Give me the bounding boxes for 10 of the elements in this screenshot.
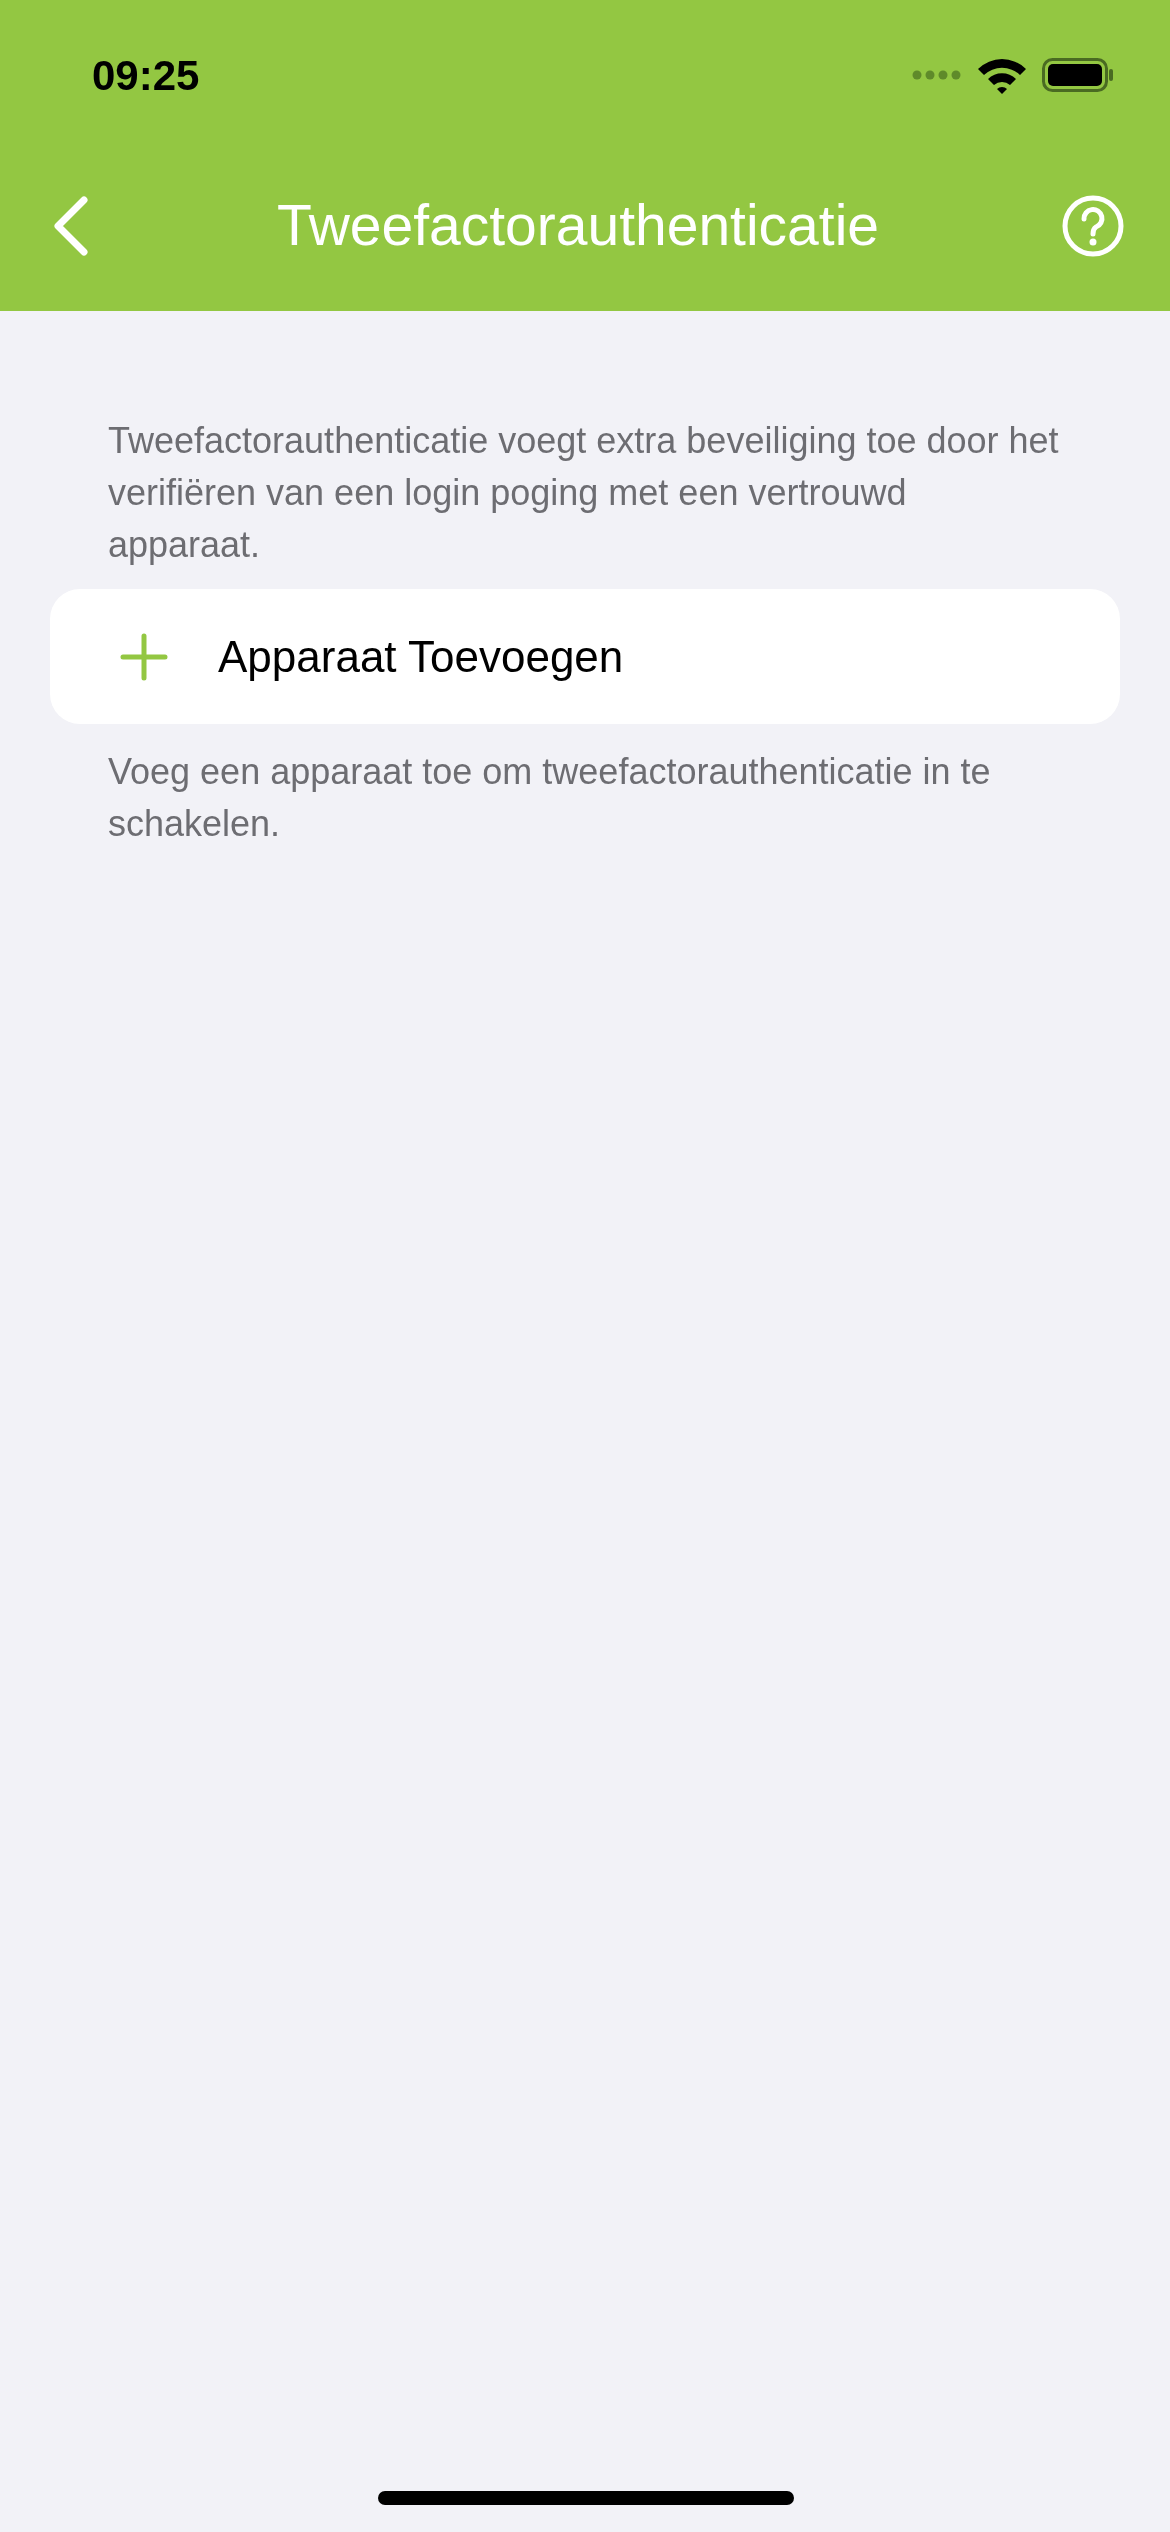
screen-title: Tweefactorauthenticatie: [276, 191, 879, 259]
plus-icon: [120, 632, 168, 681]
footer-note: Voeg een apparaat toe om tweefactorauthenticatie in te schakelen.: [107, 750, 992, 846]
description-text: Tweefactorauthenticatie voegt extra beveiliging toe door het verifiëren van een login poging met een vertrouwd apparaat.: [107, 419, 1060, 567]
add-device-button[interactable]: Apparaat Toevoegen: [50, 589, 1120, 724]
help-icon: [1061, 193, 1125, 258]
wifi-icon: [976, 56, 1028, 94]
battery-icon: [1042, 58, 1114, 92]
signal-icon: [912, 70, 962, 80]
status-time: 09:25: [92, 50, 200, 101]
